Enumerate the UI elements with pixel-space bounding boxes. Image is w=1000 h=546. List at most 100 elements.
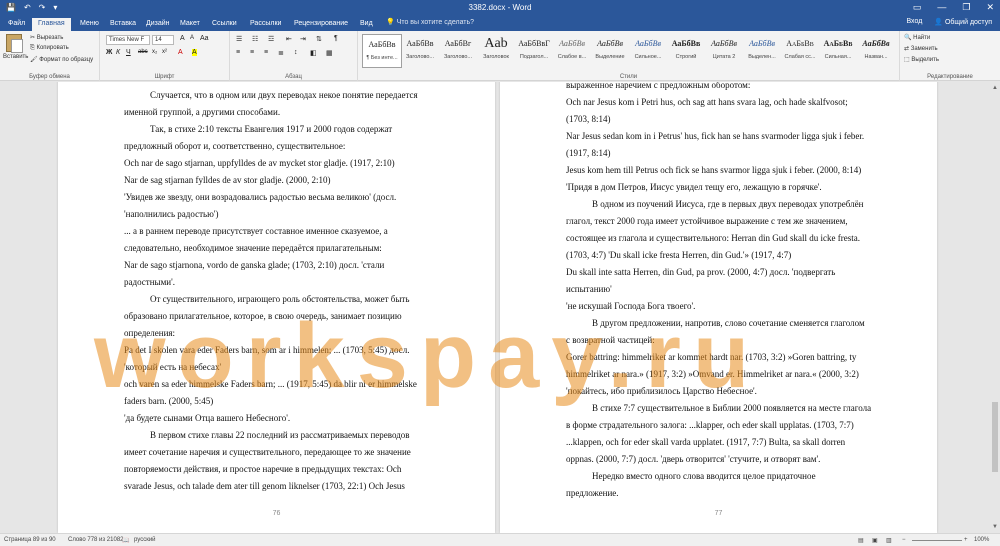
font-name-combo[interactable]: Times New F [106, 35, 150, 45]
scroll-up-icon[interactable]: ▲ [991, 84, 999, 92]
ribbon: Вставить ✂ Вырезать ⎘ Копировать 🖌 Форма… [0, 31, 1000, 81]
tab-design[interactable]: Дизайн [140, 18, 176, 31]
style-intense-reference[interactable]: АаБбВв Сильная... [818, 34, 858, 68]
bullets-icon[interactable]: ☰ [236, 35, 242, 43]
style-quote-2[interactable]: АаБбВв Цитата 2 [704, 34, 744, 68]
paste-icon[interactable] [6, 34, 23, 53]
style-book-title[interactable]: АаБбВв Назван... [856, 34, 896, 68]
tab-view[interactable]: Вид [354, 18, 379, 31]
print-layout-icon[interactable]: ▣ [872, 537, 878, 544]
tab-menu[interactable]: Меню [74, 18, 105, 31]
tab-mailings[interactable]: Рассылки [244, 18, 287, 31]
style-subtle-emphasis[interactable]: АаБбВв Слабое в... [552, 34, 592, 68]
sign-in-link[interactable]: Вход [906, 18, 922, 26]
text-line: следовательно, необходимое значение пере… [124, 243, 382, 253]
style-heading-1[interactable]: АаБбВв Заголово... [400, 34, 440, 68]
tell-me-box[interactable]: 💡 Что вы хотите сделать? [386, 18, 474, 26]
tab-review[interactable]: Рецензирование [288, 18, 354, 31]
sort-icon[interactable]: ⇅ [316, 35, 322, 43]
paste-button[interactable]: Вставить [3, 54, 28, 60]
shrink-font-icon[interactable]: A [190, 35, 194, 41]
style-emphasis[interactable]: АаБбВв Выделение [590, 34, 630, 68]
select-button[interactable]: ⬚ Выделить [904, 56, 939, 63]
text-line: радостными'. [124, 277, 175, 287]
style-subtle-reference[interactable]: АаБбВв Слабая сс... [780, 34, 820, 68]
style-intense-quote[interactable]: АаБбВв Выделен... [742, 34, 782, 68]
underline-button[interactable]: Ч [126, 49, 131, 56]
web-layout-icon[interactable]: ▥ [886, 537, 892, 544]
zoom-level[interactable]: 100% [974, 537, 989, 543]
line-spacing-icon[interactable]: ↕ [294, 49, 298, 56]
shading-icon[interactable]: ◧ [310, 49, 317, 57]
tab-file[interactable]: Файл [2, 18, 31, 31]
multilevel-list-icon[interactable]: ☲ [268, 35, 274, 43]
tab-home[interactable]: Главная [32, 18, 71, 31]
copy-button[interactable]: ⎘ Копировать [30, 45, 69, 52]
font-size-combo[interactable]: 14 [152, 35, 174, 45]
style-label: Подзагол... [519, 54, 549, 60]
style-preview: АаБбВв [368, 40, 396, 49]
style-no-spacing[interactable]: АаБбВв ¶ Без инте... [362, 34, 402, 68]
numbering-icon[interactable]: ☷ [252, 35, 258, 43]
minimize-button[interactable]: — [937, 2, 946, 13]
close-button[interactable]: ✕ [986, 2, 994, 13]
document-area[interactable]: 76 Случается, что в одном или двух перев… [0, 82, 1000, 533]
zoom-out-icon[interactable]: − [902, 537, 906, 543]
window-controls: ▭ — ❐ ✕ [913, 2, 994, 13]
scroll-down-icon[interactable]: ▼ [991, 523, 999, 531]
tab-references[interactable]: Ссылки [206, 18, 243, 31]
page-number: 77 [714, 510, 723, 517]
superscript-button[interactable]: x² [162, 49, 167, 55]
pilcrow-icon[interactable]: ¶ [334, 35, 338, 42]
styles-group: АаБбВв ¶ Без инте... АаБбВв Заголово... Аа… [358, 31, 900, 81]
align-right-icon[interactable]: ≡ [264, 49, 268, 56]
highlight-button[interactable]: A [192, 49, 197, 56]
style-strong[interactable]: АаБбВв Строгий [666, 34, 706, 68]
zoom-in-icon[interactable]: + [964, 537, 968, 543]
vertical-scrollbar[interactable]: ▲ ▼ [990, 82, 1000, 533]
align-left-icon[interactable]: ≡ [236, 49, 240, 56]
cut-button[interactable]: ✂ Вырезать [30, 34, 63, 41]
align-center-icon[interactable]: ≡ [250, 49, 254, 56]
change-case-icon[interactable]: Aa [200, 35, 209, 42]
ribbon-display-icon[interactable]: ▭ [913, 2, 922, 13]
share-button[interactable]: 👤 Общий доступ [934, 18, 992, 26]
text-line: Nar de sag stjarnan fylldes de av stor g… [124, 175, 331, 185]
grow-font-icon[interactable]: A [180, 35, 185, 42]
format-painter-button[interactable]: 🖌 Формат по образцу [30, 56, 93, 63]
text-line: 'Придя в дом Петров, Иисус увидел тещу е… [566, 182, 822, 192]
subscript-button[interactable]: x₂ [152, 49, 157, 55]
restore-button[interactable]: ❐ [962, 2, 970, 13]
ribbon-tabs: Файл Главная Меню Вставка Дизайн Макет С… [0, 16, 1000, 31]
text-line: В одном из поучений Иисуса, где в первых… [592, 199, 864, 209]
scroll-thumb[interactable] [992, 402, 998, 472]
borders-icon[interactable]: ▦ [326, 49, 333, 57]
tab-insert[interactable]: Вставка [104, 18, 142, 31]
bold-button[interactable]: Ж [106, 49, 112, 56]
style-title[interactable]: Aab Заголовок [476, 34, 516, 68]
proofing-icon[interactable]: 📖 [122, 537, 129, 544]
text-line: выраженное наречием с предложным оборото… [566, 82, 751, 90]
increase-indent-icon[interactable]: ⇥ [300, 35, 306, 43]
decrease-indent-icon[interactable]: ⇤ [286, 35, 292, 43]
style-label: Заголово... [405, 54, 435, 60]
style-intense-emphasis[interactable]: АаБбВв Сильное... [628, 34, 668, 68]
replace-button[interactable]: ⇄ Заменить [904, 45, 938, 52]
find-button[interactable]: 🔍 Найти [904, 34, 930, 41]
style-label: Сильное... [634, 54, 662, 60]
strikethrough-button[interactable]: abc [138, 49, 148, 55]
font-color-button[interactable]: A [178, 49, 183, 56]
font-group: Times New F 14 A A Aa Ж К Ч abc x₂ x² A … [100, 31, 230, 81]
account-area: Вход 👤 Общий доступ [906, 18, 992, 26]
read-mode-icon[interactable]: ▤ [858, 537, 864, 544]
zoom-slider[interactable] [912, 540, 962, 541]
page-counter[interactable]: Страница 89 из 90 [4, 537, 56, 543]
tab-layout[interactable]: Макет [174, 18, 206, 31]
style-subtitle[interactable]: АаБбВвГ Подзагол... [514, 34, 554, 68]
style-label: Цитата 2 [712, 54, 736, 60]
word-counter[interactable]: Слово 778 из 21082 [68, 537, 124, 543]
italic-button[interactable]: К [116, 49, 120, 56]
justify-icon[interactable]: ≣ [278, 49, 284, 57]
style-heading-2[interactable]: АаБбВг Заголово... [438, 34, 478, 68]
language-indicator[interactable]: русский [134, 537, 156, 543]
